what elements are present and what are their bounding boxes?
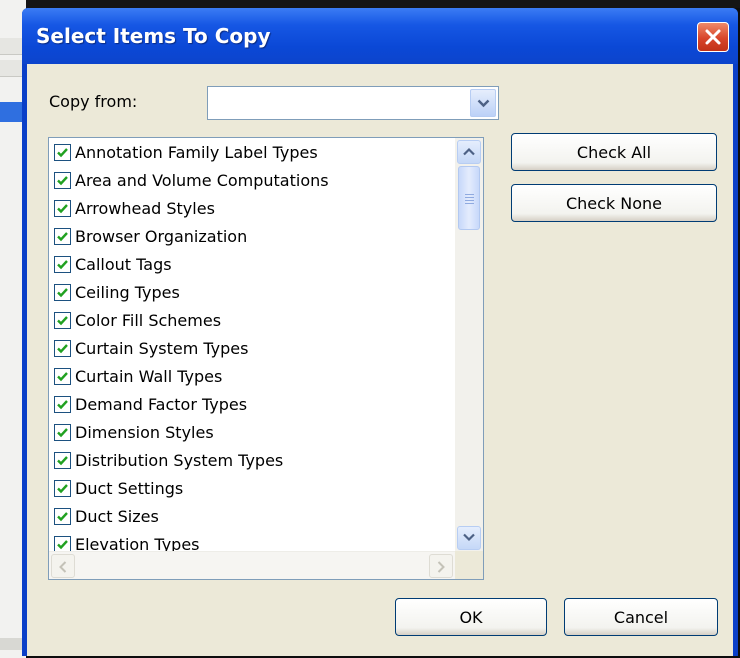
item-checkbox[interactable] xyxy=(54,171,71,189)
copy-from-label: Copy from: xyxy=(49,92,138,111)
dialog-body: Copy from: Annotation Family Label Types… xyxy=(27,64,733,656)
background-desktop-strip xyxy=(0,0,740,8)
item-label: Color Fill Schemes xyxy=(75,310,222,330)
checkmark-icon xyxy=(57,539,68,549)
checkmark-icon xyxy=(57,455,68,465)
scroll-down-button[interactable] xyxy=(457,526,481,550)
item-checkbox[interactable] xyxy=(54,143,71,161)
select-items-dialog: Select Items To Copy Copy from: Annotati… xyxy=(22,8,738,656)
close-button[interactable] xyxy=(697,22,729,52)
check-all-button[interactable]: Check All xyxy=(511,133,717,171)
scroll-down-arrow-icon xyxy=(463,533,475,542)
scroll-up-button[interactable] xyxy=(457,140,481,164)
items-container: Annotation Family Label Types Area and Vo… xyxy=(53,138,461,553)
item-checkbox[interactable] xyxy=(54,311,71,329)
copy-from-dropdown[interactable] xyxy=(207,86,499,120)
checkmark-icon xyxy=(57,231,68,241)
checkmark-icon xyxy=(57,511,68,521)
checkmark-icon xyxy=(57,427,68,437)
ok-button[interactable]: OK xyxy=(395,598,547,636)
list-item[interactable]: Browser Organization xyxy=(53,222,461,250)
checkmark-icon xyxy=(57,483,68,493)
dialog-title: Select Items To Copy xyxy=(36,24,271,48)
item-checkbox[interactable] xyxy=(54,479,71,497)
vertical-scroll-thumb[interactable] xyxy=(458,166,480,230)
list-item[interactable]: Dimension Styles xyxy=(53,418,461,446)
item-label: Area and Volume Computations xyxy=(75,170,329,190)
dropdown-button[interactable] xyxy=(470,89,496,117)
list-item[interactable]: Curtain Wall Types xyxy=(53,362,461,390)
list-item[interactable]: Duct Sizes xyxy=(53,502,461,530)
checkmark-icon xyxy=(57,315,68,325)
item-label: Demand Factor Types xyxy=(75,394,248,414)
checkmark-icon xyxy=(57,287,68,297)
item-label: Duct Sizes xyxy=(75,506,159,526)
horizontal-scrollbar[interactable] xyxy=(49,551,483,579)
item-checkbox[interactable] xyxy=(54,423,71,441)
list-item[interactable]: Ceiling Types xyxy=(53,278,461,306)
vertical-scrollbar[interactable] xyxy=(455,138,483,552)
item-checkbox[interactable] xyxy=(54,395,71,413)
checkmark-icon xyxy=(57,259,68,269)
scroll-left-arrow-icon xyxy=(59,561,67,573)
list-item[interactable]: Distribution System Types xyxy=(53,446,461,474)
item-label: Distribution System Types xyxy=(75,450,284,470)
item-checkbox[interactable] xyxy=(54,339,71,357)
item-checkbox[interactable] xyxy=(54,367,71,385)
item-checkbox[interactable] xyxy=(54,227,71,245)
list-item[interactable]: Color Fill Schemes xyxy=(53,306,461,334)
item-label: Ceiling Types xyxy=(75,282,180,302)
cancel-button[interactable]: Cancel xyxy=(564,598,718,636)
list-item[interactable]: Callout Tags xyxy=(53,250,461,278)
item-label: Browser Organization xyxy=(75,226,248,246)
item-checkbox[interactable] xyxy=(54,283,71,301)
item-label: Duct Settings xyxy=(75,478,184,498)
item-checkbox[interactable] xyxy=(54,507,71,525)
list-item[interactable]: Duct Settings xyxy=(53,474,461,502)
item-label: Curtain Wall Types xyxy=(75,366,223,386)
item-label: Arrowhead Styles xyxy=(75,198,215,218)
item-checkbox[interactable] xyxy=(54,199,71,217)
list-item[interactable]: Area and Volume Computations xyxy=(53,166,461,194)
list-item[interactable]: Annotation Family Label Types xyxy=(53,138,461,166)
item-label: Annotation Family Label Types xyxy=(75,142,318,162)
scroll-right-arrow-icon xyxy=(437,561,445,573)
checkmark-icon xyxy=(57,399,68,409)
checkmark-icon xyxy=(57,175,68,185)
list-item[interactable]: Demand Factor Types xyxy=(53,390,461,418)
scrollbar-corner xyxy=(455,551,483,579)
item-checkbox[interactable] xyxy=(54,255,71,273)
list-item[interactable]: Arrowhead Styles xyxy=(53,194,461,222)
scroll-left-button[interactable] xyxy=(51,554,75,578)
item-label: Dimension Styles xyxy=(75,422,214,442)
scroll-up-arrow-icon xyxy=(463,147,475,156)
chevron-down-icon xyxy=(477,99,490,108)
checkmark-icon xyxy=(57,343,68,353)
title-bar[interactable]: Select Items To Copy xyxy=(22,8,738,64)
checkmark-icon xyxy=(57,203,68,213)
list-item[interactable]: Elevation Types xyxy=(53,530,461,553)
item-label: Curtain System Types xyxy=(75,338,249,358)
items-list[interactable]: Annotation Family Label Types Area and Vo… xyxy=(48,137,484,580)
item-checkbox[interactable] xyxy=(54,535,71,553)
item-label: Callout Tags xyxy=(75,254,172,274)
check-none-button[interactable]: Check None xyxy=(511,184,717,222)
item-checkbox[interactable] xyxy=(54,451,71,469)
list-item[interactable]: Curtain System Types xyxy=(53,334,461,362)
scroll-right-button[interactable] xyxy=(429,554,453,578)
checkmark-icon xyxy=(57,147,68,157)
close-icon xyxy=(705,29,721,45)
checkmark-icon xyxy=(57,371,68,381)
